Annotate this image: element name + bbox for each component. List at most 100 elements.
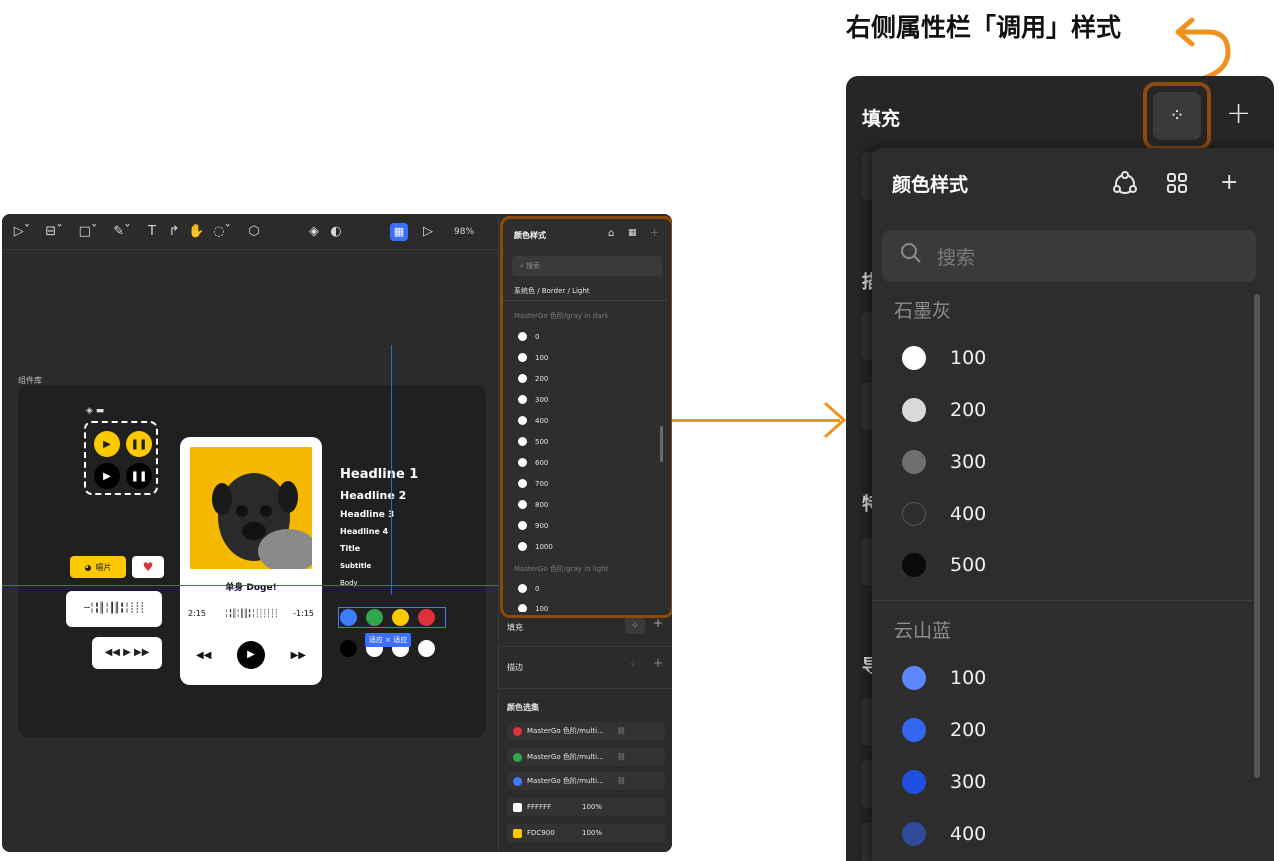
- color-dot[interactable]: [340, 640, 357, 657]
- text-icon[interactable]: T: [144, 222, 160, 242]
- grid-icon[interactable]: ▦: [390, 223, 408, 241]
- detach-icon[interactable]: ⛓: [617, 753, 626, 761]
- add-icon[interactable]: +: [1226, 94, 1251, 134]
- heart-icon[interactable]: ♥: [132, 556, 164, 578]
- divider: [872, 600, 1252, 601]
- hex-row[interactable]: FDC900 100%: [507, 824, 665, 842]
- style-name: MasterGo 色阶/multi...: [527, 753, 604, 761]
- canvas[interactable]: 组件库 ◈ ▬ ▶ ❚❚ ▶ ❚❚ ◕ 唱片 ♥ ╌╎╏║╎┃║╏╎┊┊┊ ◀◀…: [2, 251, 498, 852]
- style-row[interactable]: MasterGo 色阶/multi... ⛓: [507, 772, 665, 790]
- list-item[interactable]: 200: [902, 398, 986, 422]
- fill-label: 填充: [507, 623, 523, 632]
- hex-value[interactable]: FFFFFF: [527, 803, 577, 811]
- typo-title: Title: [340, 544, 361, 553]
- list-item[interactable]: 400: [902, 502, 986, 526]
- color-dot[interactable]: [418, 640, 435, 657]
- swatch: [902, 718, 926, 742]
- swatch: [513, 726, 522, 736]
- contrast-icon[interactable]: ◐: [328, 222, 344, 242]
- style-icon[interactable]: ⁘: [629, 660, 637, 670]
- opacity-value[interactable]: 100%: [582, 803, 602, 811]
- item-label: 200: [950, 399, 987, 421]
- list-item[interactable]: 100: [902, 666, 986, 690]
- size-tag: 适应 × 适应: [365, 633, 412, 647]
- style-name: MasterGo 色阶/multi...: [527, 777, 604, 785]
- item-label: 300: [950, 771, 987, 793]
- record-chip[interactable]: ◕ 唱片: [70, 556, 126, 578]
- editor-window: ▷ˇ ⊟ˇ □ˇ ✎ˇ T ↱ ✋ ◌ˇ ⬡ ◈ ◐ ▦ ▷ 98% 组件库 ◈…: [2, 214, 672, 852]
- detach-icon[interactable]: ⛓: [617, 777, 626, 785]
- style-row[interactable]: MasterGo 色阶/multi... ⛓: [507, 722, 665, 740]
- record-icon: ◕: [84, 562, 92, 572]
- add-icon[interactable]: +: [1220, 168, 1238, 198]
- play-button-icon[interactable]: ▶: [94, 431, 120, 457]
- popup-title: 颜色样式: [892, 174, 969, 196]
- typo-headline-4: Headline 4: [340, 527, 389, 536]
- hex-value[interactable]: FDC900: [527, 829, 577, 837]
- caption-title: 右侧属性栏「调用」样式: [846, 13, 1122, 42]
- search-input[interactable]: 搜索: [882, 230, 1256, 282]
- frame-icon[interactable]: ⊟ˇ: [42, 222, 66, 242]
- swatch: [902, 450, 926, 474]
- music-player-card[interactable]: 单身 Doge! ╎╏║╎┃║╏╎┊┊┊┊┊┊ 2:15 -1:15 ◀◀ ▶ …: [180, 437, 322, 685]
- button-variants[interactable]: ▶ ❚❚ ▶ ❚❚: [84, 421, 158, 495]
- cursor-icon[interactable]: ▷ˇ: [10, 222, 34, 242]
- hand-icon[interactable]: ✋: [188, 222, 204, 242]
- guide-line-vertical: [391, 345, 392, 595]
- group-label: 石墨灰: [894, 300, 952, 322]
- swatch: [902, 770, 926, 794]
- hex-row[interactable]: FFFFFF 100%: [507, 798, 665, 816]
- swatch: [902, 502, 926, 526]
- rewind-icon[interactable]: ◀◀: [196, 650, 211, 661]
- pause-button-icon[interactable]: ❚❚: [126, 431, 152, 457]
- group-label: 云山蓝: [894, 620, 952, 642]
- waveform-card[interactable]: ╌╎╏║╎┃║╏╎┊┊┊: [66, 591, 162, 627]
- play-icon[interactable]: ▶: [237, 641, 265, 669]
- zoom-level[interactable]: 98%: [454, 222, 474, 242]
- play-icon[interactable]: ▷: [420, 222, 436, 242]
- fill-label: 填充: [862, 108, 901, 130]
- rect-icon[interactable]: □ˇ: [76, 222, 100, 242]
- list-item[interactable]: 400: [902, 822, 986, 846]
- swatch: [902, 398, 926, 422]
- swatch: [513, 776, 522, 786]
- list-item[interactable]: 500: [902, 553, 986, 577]
- typo-headline-3: Headline 3: [340, 510, 395, 520]
- opacity-value[interactable]: 100%: [582, 829, 602, 837]
- arrow-line: [672, 419, 840, 422]
- component-icon[interactable]: ◈: [306, 222, 322, 242]
- pen-icon[interactable]: ✎ˇ: [110, 222, 134, 242]
- time-start: 2:15: [188, 609, 206, 618]
- pause-button-dark-icon[interactable]: ❚❚: [126, 463, 152, 489]
- grid-view-icon[interactable]: [1166, 172, 1188, 194]
- style-icon[interactable]: ⁘: [625, 618, 645, 634]
- list-item[interactable]: 200: [902, 718, 986, 742]
- comment-icon[interactable]: ◌ˇ: [210, 222, 234, 242]
- list-item[interactable]: 100: [902, 346, 986, 370]
- plugin-icon[interactable]: ⬡: [246, 222, 262, 242]
- list-item[interactable]: 300: [902, 770, 986, 794]
- add-icon[interactable]: +: [653, 656, 663, 670]
- add-icon[interactable]: +: [653, 616, 663, 630]
- swatch: [902, 346, 926, 370]
- player-controls: ◀◀ ▶ ▶▶: [196, 641, 306, 669]
- style-icon[interactable]: ⁘: [1153, 92, 1201, 140]
- detach-icon[interactable]: ⛓: [617, 727, 626, 735]
- forward-icon[interactable]: ▶▶: [291, 650, 306, 661]
- search-icon: [901, 243, 921, 263]
- library-icon[interactable]: [1112, 170, 1138, 196]
- item-label: 300: [950, 451, 987, 473]
- swatch: [513, 802, 522, 812]
- scrollbar[interactable]: [1254, 294, 1260, 778]
- connector-icon[interactable]: ↱: [166, 222, 182, 242]
- song-title: 单身 Doge!: [225, 583, 277, 593]
- stroke-label: 描边: [507, 663, 523, 672]
- controls-card[interactable]: ◀◀ ▶ ▶▶: [92, 637, 162, 669]
- divider: [499, 688, 672, 689]
- typo-subtitle: Subtitle: [340, 562, 372, 570]
- selection-box[interactable]: [338, 607, 446, 628]
- album-art: [190, 447, 312, 569]
- list-item[interactable]: 300: [902, 450, 986, 474]
- play-button-dark-icon[interactable]: ▶: [94, 463, 120, 489]
- style-row[interactable]: MasterGo 色阶/multi... ⛓: [507, 748, 665, 766]
